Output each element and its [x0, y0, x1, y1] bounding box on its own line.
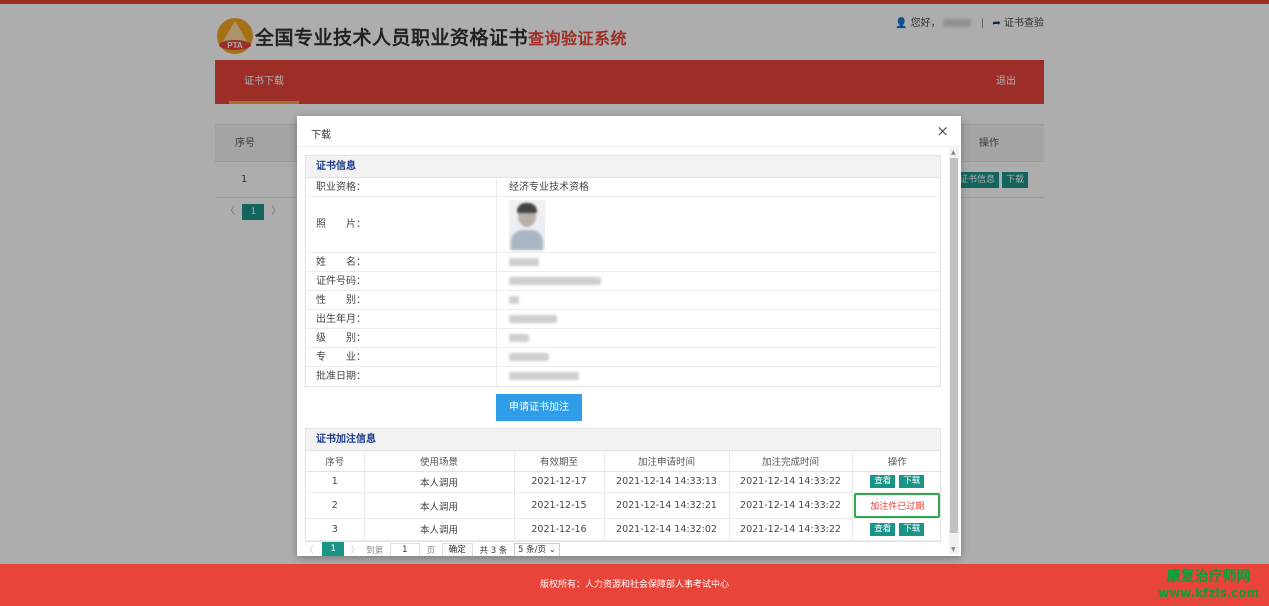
ann-done-time: 2021-12-14 14:33:22 [729, 471, 853, 493]
info-row-name: 姓 名： [306, 253, 940, 272]
goto-label: 到第 [366, 545, 384, 556]
gender-value-redacted [496, 291, 942, 309]
cert-no-label: 证件号码： [316, 276, 366, 287]
info-row-approve: 批准日期： [306, 367, 940, 386]
table-row: 2 本人调用 2021-12-15 2021-12-14 14:32:21 20… [306, 492, 942, 519]
modal-title: 下载 [311, 130, 331, 141]
download-button[interactable]: 下载 [899, 522, 925, 536]
cert-no-value-redacted [496, 272, 942, 290]
ann-op-cell: 查看 下载 [852, 518, 942, 541]
download-button[interactable]: 下载 [899, 475, 925, 489]
watermark: 康复治疗师网 www.kfzls.com [1158, 569, 1259, 601]
ann-scene: 本人调用 [364, 471, 515, 493]
level-value-redacted [496, 329, 942, 347]
level-label: 级 别： [316, 333, 366, 344]
major-label: 专 业： [316, 352, 366, 363]
major-value-redacted [496, 348, 942, 366]
annotation-pager: 〈 1 〉 到第 1 页 确定 共 3 条 5 条/页 ⌄ [305, 542, 560, 556]
info-row-birth: 出生年月： [306, 310, 940, 329]
ann-col-op: 操作 [852, 451, 942, 472]
approve-label: 批准日期： [316, 371, 366, 382]
annotation-table: 序号 使用场景 有效期至 加注申请时间 加注完成时间 操作 1 本人调用 202… [306, 451, 942, 541]
ann-col-apply-time: 加注申请时间 [604, 451, 730, 472]
next-page-icon[interactable]: 〉 [351, 544, 360, 556]
scroll-up-icon[interactable]: ▲ [951, 149, 956, 156]
ann-scene: 本人调用 [364, 492, 515, 519]
page-size-select[interactable]: 5 条/页 ⌄ [514, 542, 560, 556]
qualification-value: 经济专业技术资格 [496, 178, 942, 196]
info-row-cert-no: 证件号码： [306, 272, 940, 291]
ann-col-no: 序号 [306, 451, 365, 472]
annotation-header-row: 序号 使用场景 有效期至 加注申请时间 加注完成时间 操作 [306, 451, 942, 472]
birth-value-redacted [496, 310, 942, 328]
photo-label: 照 片： [316, 219, 366, 230]
birth-label: 出生年月： [316, 314, 366, 325]
info-row-qualification: 职业资格： 经济专业技术资格 [306, 178, 940, 197]
name-value-redacted [496, 253, 942, 271]
cert-info-heading: 证书信息 [306, 156, 940, 178]
ann-apply-time: 2021-12-14 14:32:21 [604, 492, 730, 519]
info-row-photo: 照 片： [306, 197, 940, 253]
gender-label: 性 别： [316, 295, 366, 306]
page-current[interactable]: 1 [322, 542, 345, 556]
annotation-panel: 证书加注信息 序号 使用场景 有效期至 加注申请时间 加注完成时间 操作 1 本… [305, 428, 942, 542]
ann-apply-time: 2021-12-14 14:32:02 [604, 518, 730, 541]
apply-annotation-button[interactable]: 申请证书加注 [496, 394, 582, 421]
ann-valid: 2021-12-15 [514, 492, 605, 519]
info-row-gender: 性 别： [306, 291, 940, 310]
name-label: 姓 名： [316, 257, 366, 268]
ann-op-cell: 加注件已过期 [852, 492, 942, 519]
ann-done-time: 2021-12-14 14:33:22 [729, 518, 853, 541]
ann-col-valid: 有效期至 [514, 451, 605, 472]
ann-col-scene: 使用场景 [364, 451, 515, 472]
ann-op-cell: 查看 下载 [852, 471, 942, 493]
expired-status: 加注件已过期 [854, 493, 941, 518]
watermark-line1: 康复治疗师网 [1166, 569, 1251, 585]
cert-info-panel: 证书信息 职业资格： 经济专业技术资格 照 片： 姓 名： 证件号码： 性 别：… [305, 155, 941, 387]
site-footer: 版权所有：人力资源和社会保障部人事考试中心 [0, 564, 1269, 606]
view-button[interactable]: 查看 [870, 475, 896, 489]
table-row: 3 本人调用 2021-12-16 2021-12-14 14:32:02 20… [306, 518, 942, 541]
ann-col-done-time: 加注完成时间 [729, 451, 853, 472]
ann-apply-time: 2021-12-14 14:33:13 [604, 471, 730, 493]
table-row: 1 本人调用 2021-12-17 2021-12-14 14:33:13 20… [306, 471, 942, 493]
page-unit-label: 页 [426, 545, 436, 556]
qualification-label: 职业资格： [316, 182, 366, 193]
view-button[interactable]: 查看 [870, 522, 896, 536]
ann-no: 1 [306, 471, 365, 493]
page-confirm-button[interactable]: 确定 [441, 542, 473, 556]
info-row-major: 专 业： [306, 348, 940, 367]
watermark-line2: www.kfzls.com [1158, 586, 1259, 600]
prev-page-icon[interactable]: 〈 [305, 544, 314, 556]
total-count: 共 3 条 [479, 545, 508, 556]
ann-no: 2 [306, 492, 365, 519]
page-jump-input[interactable]: 1 [389, 542, 420, 556]
approve-value-redacted [496, 367, 942, 386]
modal-body: 证书信息 职业资格： 经济专业技术资格 照 片： 姓 名： 证件号码： 性 别：… [297, 146, 961, 556]
ann-valid: 2021-12-17 [514, 471, 605, 493]
ann-done-time: 2021-12-14 14:33:22 [729, 492, 853, 519]
user-photo [509, 200, 545, 250]
scroll-thumb[interactable] [950, 158, 958, 533]
ann-scene: 本人调用 [364, 518, 515, 541]
close-icon[interactable]: × [936, 122, 949, 140]
footer-copyright: 版权所有：人力资源和社会保障部人事考试中心 [539, 580, 729, 590]
scroll-down-icon[interactable]: ▼ [951, 546, 956, 553]
ann-valid: 2021-12-16 [514, 518, 605, 541]
annotation-heading: 证书加注信息 [306, 429, 940, 451]
photo-cell [496, 197, 942, 252]
download-modal: 下载 × 证书信息 职业资格： 经济专业技术资格 照 片： 姓 名： 证件号码：… [297, 116, 961, 556]
modal-scrollbar[interactable]: ▲ ▼ [949, 148, 959, 554]
ann-no: 3 [306, 518, 365, 541]
info-row-level: 级 别： [306, 329, 940, 348]
